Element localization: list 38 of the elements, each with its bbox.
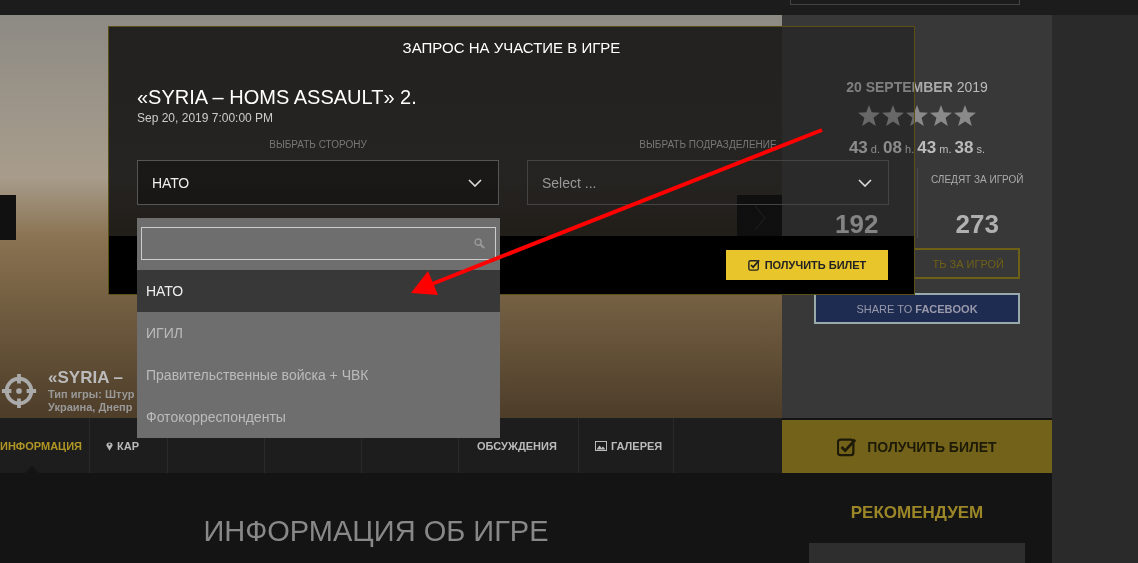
game-title: «SYRIA – [48,368,124,388]
game-type-text: Тип игры: Штур [48,388,135,401]
get-ticket-button[interactable]: ПОЛУЧИТЬ БИЛЕТ [782,420,1052,473]
star-icon [954,105,976,126]
star-icon [858,105,880,126]
map-pin-icon [106,440,113,451]
star-icon [906,105,928,126]
caret-icon [858,178,872,187]
share-facebook-button[interactable]: SHARE TO FACEBOOK [814,293,1020,324]
side-select[interactable]: НАТО [137,160,499,205]
game-name: «SYRIA – HOMS ASSAULT» 2. [137,86,417,109]
search-icon [474,238,485,249]
recommend-heading: РЕКОМЕНДУЕМ [850,503,984,523]
image-icon [595,440,607,451]
get-ticket-button[interactable]: ПОЛУЧИТЬ БИЛЕТ [726,250,888,280]
rating-stars[interactable] [858,105,976,126]
dropdown-option[interactable]: НАТО [137,270,500,312]
star-icon [930,105,952,126]
chevron-right-icon [753,204,766,231]
location-text: Украина, Днепр [48,401,134,414]
nav-tab[interactable]: ИНФОРМАЦИЯ [0,418,90,473]
caret-icon [468,178,482,187]
checkbox-icon [747,259,760,271]
checkbox-icon [837,436,858,457]
game-date: Sep 20, 2019 7:00:00 PM [137,111,274,125]
star-icon [882,105,904,126]
section-heading: ИНФОРМАЦИЯ ОБ ИГРЕ [203,515,549,549]
unit-select[interactable]: Select ... [527,160,889,205]
stat-label: СЛЕДЯТ ЗА ИГРОЙ [930,174,1025,187]
stat-value: 192 [835,210,879,238]
stat-value: 273 [955,210,999,238]
side-label: ВЫБРАТЬ СТОРОНУ [269,139,367,150]
event-date: 20 SEPTEMBER 2019 [846,79,988,95]
unit-label: ВЫБРАТЬ ПОДРАЗДЕЛЕНИЕ [639,139,777,150]
countdown-timer: 43 d. 08 h. 43 m. 38 s. [848,138,986,158]
modal-title: ЗАПРОС НА УЧАСТИЕ В ИГРЕ [402,39,621,56]
crosshair-icon [0,372,38,410]
nav-tab[interactable]: ГАЛЕРЕЯ [579,418,674,473]
